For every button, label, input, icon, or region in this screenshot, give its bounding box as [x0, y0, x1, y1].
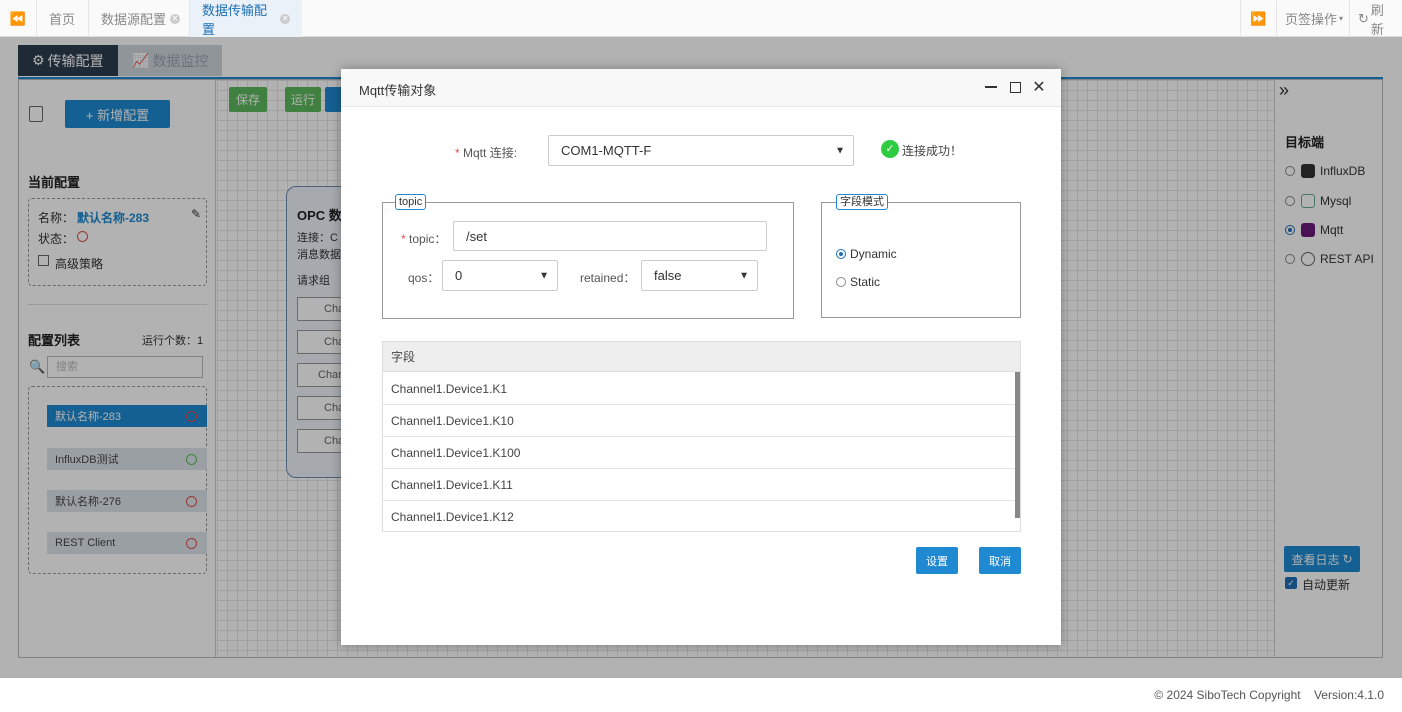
page-ops-dropdown[interactable]: 页签操作 ▾: [1276, 0, 1351, 37]
close-icon[interactable]: ✕: [1030, 78, 1048, 96]
refresh-label: 刷新: [1370, 2, 1384, 37]
copyright-text: © 2024 SiboTech Copyright Version:4.1.0: [1154, 688, 1384, 702]
dialog-title: Mqtt传输对象: [359, 83, 437, 98]
refresh-icon: ↻: [1358, 10, 1369, 26]
tab-transfer[interactable]: 数据传输配置 ✕: [189, 0, 302, 37]
set-button[interactable]: 设置: [916, 547, 958, 574]
table-row[interactable]: Channel1.Device1.K100: [383, 437, 1016, 469]
tab-datasource[interactable]: 数据源配置 ✕: [88, 0, 192, 37]
dialog-header: Mqtt传输对象 ✕: [341, 69, 1061, 107]
topic-input[interactable]: /set: [453, 221, 767, 251]
radio-button[interactable]: [836, 249, 846, 259]
mqtt-dialog: Mqtt传输对象 ✕ * Mqtt 连接: COM1-MQTT-F ▼ ✓ 连接成…: [341, 69, 1061, 645]
tab-label: 首页: [49, 12, 76, 27]
topic-legend: topic: [395, 194, 427, 210]
retained-select[interactable]: false ▼: [641, 260, 758, 291]
radio-button[interactable]: [836, 277, 846, 287]
close-icon[interactable]: ✕: [280, 13, 290, 24]
mqtt-conn-select[interactable]: COM1-MQTT-F ▼: [548, 135, 854, 166]
refresh-button[interactable]: ↻ 刷新: [1349, 0, 1402, 37]
chevron-down-icon: ▼: [835, 145, 845, 156]
maximize-icon[interactable]: [1006, 78, 1024, 96]
mqtt-conn-label: * Mqtt 连接:: [455, 146, 518, 160]
tab-home[interactable]: 首页: [36, 0, 87, 37]
qos-select[interactable]: 0 ▼: [442, 260, 558, 291]
topic-label: * topic：: [401, 232, 447, 246]
page-ops-label: 页签操作: [1285, 12, 1338, 27]
option-label: Static: [850, 275, 881, 289]
table-row[interactable]: Channel1.Device1.K12: [383, 501, 1016, 531]
top-tab-bar: ⏪ 首页 数据源配置 ✕ 数据传输配置 ✕ ⏩ 页签操作 ▾ ↻ 刷新: [0, 0, 1402, 37]
table-row[interactable]: Channel1.Device1.K11: [383, 469, 1016, 501]
select-value: false: [654, 268, 682, 283]
scroll-left-icon[interactable]: ⏪: [0, 0, 36, 37]
select-value: 0: [455, 268, 463, 283]
field-mode-fieldset: 字段模式 Dynamic Static: [821, 194, 1021, 318]
minimize-icon[interactable]: [982, 78, 1000, 96]
chevron-down-icon: ▼: [739, 270, 749, 281]
fields-table: 字段 Channel1.Device1.K1 Channel1.Device1.…: [382, 341, 1021, 532]
success-icon: ✓: [881, 140, 899, 158]
select-value: COM1-MQTT-F: [561, 143, 652, 158]
table-row[interactable]: Channel1.Device1.K1: [383, 373, 1016, 405]
table-header: 字段: [383, 342, 1020, 372]
tab-label: 数据传输配置: [202, 2, 268, 37]
mode-static[interactable]: Static: [836, 275, 880, 289]
retained-label: retained：: [580, 271, 636, 285]
scrollbar[interactable]: [1015, 372, 1020, 518]
qos-label: qos：: [408, 271, 440, 285]
input-value: /set: [466, 228, 487, 244]
conn-status: 连接成功！: [902, 144, 963, 158]
table-row[interactable]: Channel1.Device1.K10: [383, 405, 1016, 437]
option-label: Dynamic: [850, 247, 897, 261]
caret-down-icon: ▾: [1339, 14, 1344, 23]
field-mode-legend: 字段模式: [836, 194, 888, 210]
scroll-right-icon[interactable]: ⏩: [1240, 0, 1276, 37]
cancel-button[interactable]: 取消: [979, 547, 1021, 574]
close-icon[interactable]: ✕: [170, 13, 181, 24]
tab-label: 数据源配置: [101, 12, 167, 27]
chevron-down-icon: ▼: [539, 270, 549, 281]
mode-dynamic[interactable]: Dynamic: [836, 247, 897, 261]
footer: © 2024 SiboTech Copyright Version:4.1.0: [0, 678, 1402, 712]
topic-fieldset: topic * topic： /set qos： 0 ▼ retained： fa…: [382, 194, 794, 319]
